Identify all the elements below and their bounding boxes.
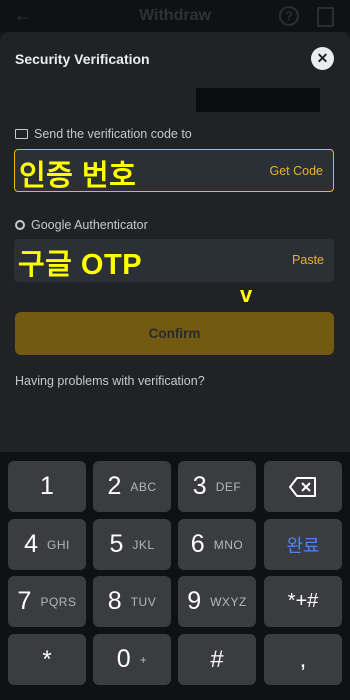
backspace-key[interactable]: [264, 461, 342, 512]
key-2-letters: ABC: [130, 479, 157, 494]
key-1[interactable]: 1: [8, 461, 86, 512]
done-key[interactable]: 완료: [264, 519, 342, 570]
key-3-digit: 3: [192, 472, 207, 500]
key-9-digit: 9: [187, 587, 202, 615]
comma-label: ,: [299, 645, 307, 673]
key-9-letters: WXYZ: [210, 594, 247, 609]
key-8-letters: TUV: [130, 594, 157, 609]
hash-key[interactable]: #: [178, 634, 256, 685]
key-9[interactable]: 9 WXYZ: [178, 576, 256, 627]
email-code-overlay-text: 인증 번호: [19, 160, 137, 192]
comma-key[interactable]: ,: [264, 634, 342, 685]
symbols-label: *+#: [287, 590, 319, 612]
key-0-digit: 0: [116, 645, 131, 673]
get-code-button[interactable]: Get Code: [269, 164, 323, 178]
problems-link[interactable]: Having problems with verification?: [15, 374, 205, 388]
key-2-digit: 2: [107, 472, 122, 500]
backspace-icon: [289, 476, 316, 497]
email-code-input[interactable]: 인증 번호 Get Code: [14, 149, 334, 192]
hash-label: #: [210, 645, 224, 673]
key-3[interactable]: 3 DEF: [178, 461, 256, 512]
key-7-digit: 7: [17, 587, 32, 615]
done-label: 완료: [286, 535, 320, 556]
google-authenticator-label: Google Authenticator: [15, 218, 148, 232]
key-3-letters: DEF: [215, 479, 242, 494]
key-5-letters: JKL: [132, 537, 155, 552]
mail-icon: [15, 129, 28, 139]
key-4[interactable]: 4 GHI: [8, 519, 86, 570]
key-8[interactable]: 8 TUV: [93, 576, 171, 627]
app-header: ← Withdraw ?: [0, 0, 350, 32]
key-4-digit: 4: [24, 530, 39, 558]
symbols-key[interactable]: *+#: [264, 576, 342, 627]
key-4-letters: GHI: [47, 537, 70, 552]
google-authenticator-input[interactable]: 구글 OTP Paste: [14, 239, 334, 282]
star-label: *: [42, 645, 52, 673]
paste-button[interactable]: Paste: [292, 253, 324, 267]
star-key[interactable]: *: [8, 634, 86, 685]
key-5[interactable]: 5 JKL: [93, 519, 171, 570]
google-icon: [15, 220, 25, 230]
key-6-letters: MNO: [213, 537, 244, 552]
key-1-digit: 1: [40, 472, 54, 500]
sheet-title: Security Verification: [15, 51, 150, 67]
history-icon[interactable]: [317, 7, 334, 27]
email-verification-label: Send the verification code to: [15, 127, 192, 141]
key-2[interactable]: 2 ABC: [93, 461, 171, 512]
key-7[interactable]: 7 PQRS: [8, 576, 86, 627]
key-0[interactable]: 0 +: [93, 634, 171, 685]
key-0-plus: +: [139, 652, 148, 667]
key-6[interactable]: 6 MNO: [178, 519, 256, 570]
confirm-button[interactable]: Confirm: [15, 312, 334, 355]
ga-label-text: Google Authenticator: [31, 218, 148, 232]
numeric-keypad: 1 2 ABC 3 DEF 4 GHI 5 JKL 6 MNO 완료 7 PQR…: [0, 452, 350, 700]
key-7-letters: PQRS: [40, 594, 77, 609]
key-8-digit: 8: [107, 587, 122, 615]
close-button[interactable]: ✕: [311, 47, 334, 70]
annotation-check-mark: v: [240, 282, 253, 307]
key-6-digit: 6: [190, 530, 205, 558]
redacted-email: [196, 88, 320, 112]
key-5-digit: 5: [109, 530, 124, 558]
email-label-text: Send the verification code to: [34, 127, 192, 141]
help-icon[interactable]: ?: [279, 6, 299, 26]
ga-overlay-text: 구글 OTP: [18, 249, 143, 281]
